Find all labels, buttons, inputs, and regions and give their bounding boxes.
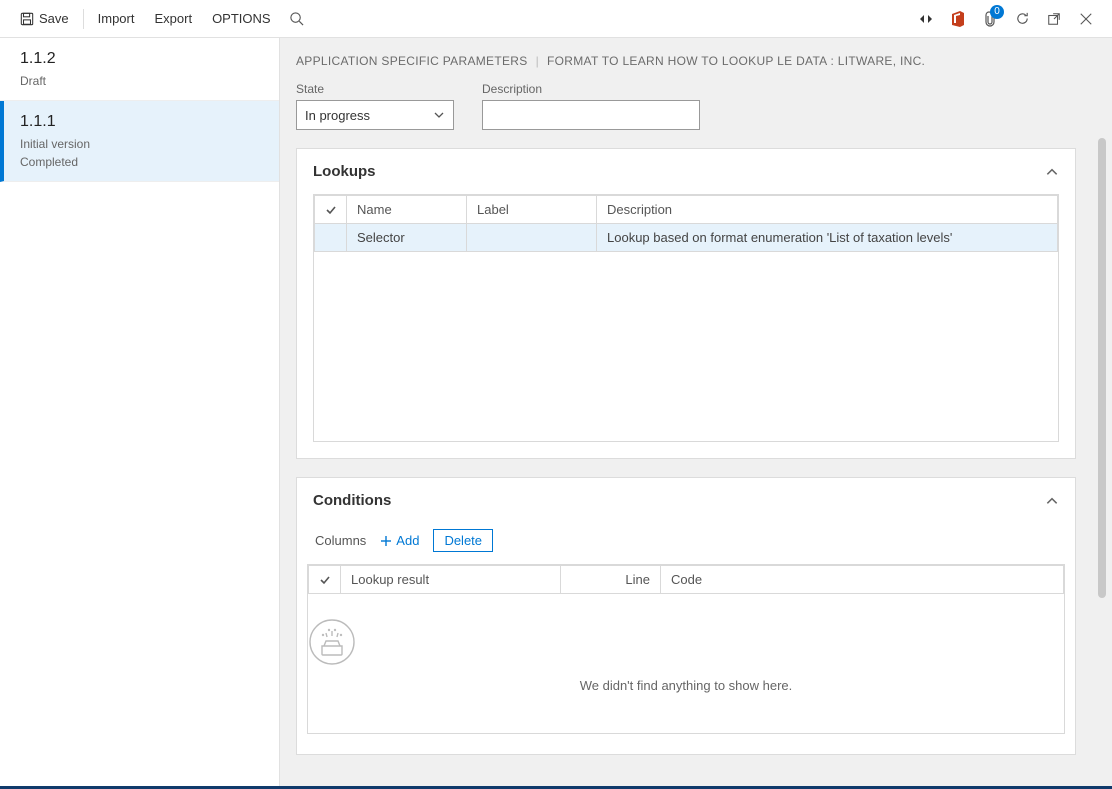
state-label: State bbox=[296, 82, 454, 96]
row-name: Selector bbox=[347, 224, 467, 252]
separator bbox=[83, 9, 84, 29]
options-button[interactable]: OPTIONS bbox=[202, 5, 281, 32]
scrollbar[interactable] bbox=[1098, 138, 1106, 598]
connector-icon-button[interactable] bbox=[910, 3, 942, 35]
breadcrumb-b: FORMAT TO LEARN HOW TO LOOKUP LE DATA : … bbox=[547, 54, 925, 68]
search-button[interactable] bbox=[281, 3, 313, 35]
version-subline: Completed bbox=[20, 153, 259, 171]
open-new-window-icon bbox=[1047, 12, 1061, 26]
lookups-header[interactable]: Lookups bbox=[297, 149, 1075, 194]
row-check[interactable] bbox=[315, 224, 347, 252]
attachments-button[interactable]: 0 bbox=[974, 3, 1006, 35]
conditions-empty-text: We didn't find anything to show here. bbox=[308, 678, 1064, 693]
description-label: Description bbox=[482, 82, 700, 96]
conditions-col-line[interactable]: Line bbox=[561, 566, 661, 594]
conditions-toolbar: Columns Add Delete bbox=[297, 523, 1075, 564]
columns-button[interactable]: Columns bbox=[315, 533, 366, 548]
refresh-button[interactable] bbox=[1006, 3, 1038, 35]
main-panel: APPLICATION SPECIFIC PARAMETERS | FORMAT… bbox=[280, 38, 1112, 789]
version-item[interactable]: 1.1.1 Initial versionCompleted bbox=[0, 101, 279, 182]
table-row[interactable]: Selector Lookup based on format enumerati… bbox=[315, 224, 1058, 252]
lookups-grid[interactable]: Name Label Description Selector Lookup ba… bbox=[313, 194, 1059, 442]
version-title: 1.1.2 bbox=[20, 50, 259, 68]
breadcrumb-a: APPLICATION SPECIFIC PARAMETERS bbox=[296, 54, 528, 68]
lookups-col-name[interactable]: Name bbox=[347, 196, 467, 224]
chevron-up-icon[interactable] bbox=[1045, 494, 1059, 508]
description-field: Description bbox=[482, 82, 700, 130]
export-button[interactable]: Export bbox=[144, 5, 202, 32]
conditions-grid[interactable]: Lookup result Line Code bbox=[307, 564, 1065, 734]
state-select[interactable]: In progress bbox=[296, 100, 454, 130]
lookups-card: Lookups Name bbox=[296, 148, 1076, 459]
save-label: Save bbox=[39, 11, 69, 26]
row-desc: Lookup based on format enumeration 'List… bbox=[597, 224, 1058, 252]
row-label bbox=[467, 224, 597, 252]
header-form: State In progress Description bbox=[296, 82, 1076, 130]
version-item[interactable]: 1.1.2 Draft bbox=[0, 38, 279, 101]
attachments-badge: 0 bbox=[990, 5, 1004, 19]
import-button[interactable]: Import bbox=[88, 5, 145, 32]
office-icon bbox=[951, 11, 965, 27]
close-button[interactable] bbox=[1070, 3, 1102, 35]
delete-button[interactable]: Delete bbox=[433, 529, 493, 552]
chevron-down-icon bbox=[433, 109, 445, 121]
options-label: OPTIONS bbox=[212, 11, 271, 26]
version-subline: Draft bbox=[20, 72, 259, 90]
conditions-title: Conditions bbox=[313, 492, 391, 509]
breadcrumb-separator: | bbox=[536, 54, 539, 68]
lookups-col-label[interactable]: Label bbox=[467, 196, 597, 224]
conditions-col-result[interactable]: Lookup result bbox=[341, 566, 561, 594]
description-input[interactable] bbox=[482, 100, 700, 130]
empty-folder-icon bbox=[308, 618, 1064, 666]
version-title: 1.1.1 bbox=[20, 113, 259, 131]
export-label: Export bbox=[154, 11, 192, 26]
conditions-col-check[interactable] bbox=[309, 566, 341, 594]
add-button[interactable]: Add bbox=[380, 533, 419, 548]
conditions-card: Conditions Columns Add De bbox=[296, 477, 1076, 755]
command-bar: Save Import Export OPTIONS 0 bbox=[0, 0, 1112, 38]
import-label: Import bbox=[98, 11, 135, 26]
refresh-icon bbox=[1015, 11, 1030, 26]
plus-icon bbox=[380, 535, 392, 547]
chevron-up-icon[interactable] bbox=[1045, 165, 1059, 179]
open-new-window-button[interactable] bbox=[1038, 3, 1070, 35]
conditions-empty: We didn't find anything to show here. bbox=[308, 594, 1064, 733]
state-field: State In progress bbox=[296, 82, 454, 130]
connector-icon bbox=[918, 13, 934, 25]
breadcrumb: APPLICATION SPECIFIC PARAMETERS | FORMAT… bbox=[296, 54, 1076, 68]
version-list: 1.1.2 Draft 1.1.1 Initial versionCompleted bbox=[0, 38, 280, 789]
lookups-title: Lookups bbox=[313, 163, 376, 180]
conditions-col-code[interactable]: Code bbox=[661, 566, 1064, 594]
lookups-col-desc[interactable]: Description bbox=[597, 196, 1058, 224]
save-button[interactable]: Save bbox=[10, 5, 79, 32]
close-icon bbox=[1079, 12, 1093, 26]
search-icon bbox=[289, 11, 304, 26]
state-value: In progress bbox=[305, 108, 370, 123]
lookups-col-check[interactable] bbox=[315, 196, 347, 224]
conditions-header[interactable]: Conditions bbox=[297, 478, 1075, 523]
version-subline: Initial version bbox=[20, 135, 259, 153]
add-label: Add bbox=[396, 533, 419, 548]
save-icon bbox=[20, 12, 34, 26]
office-button[interactable] bbox=[942, 3, 974, 35]
